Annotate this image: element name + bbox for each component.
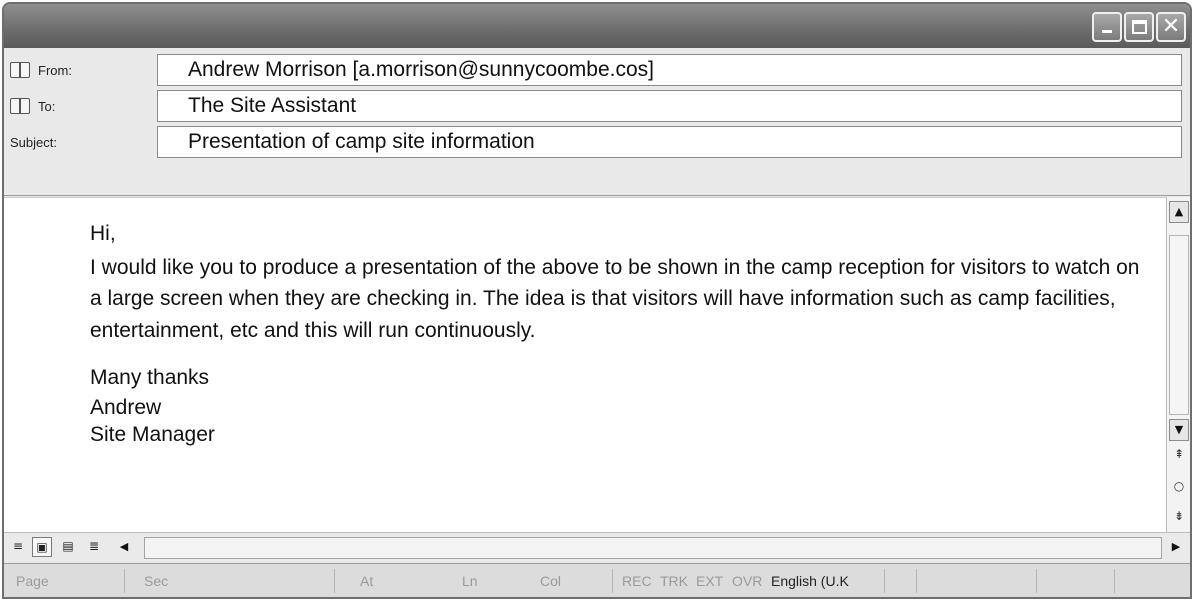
status-bar: Page Sec At Ln Col REC TRK EXT OVR Engli… xyxy=(4,563,1190,597)
status-section: Sec xyxy=(144,573,169,589)
close-button[interactable]: ✕ xyxy=(1156,12,1186,42)
scroll-up-button[interactable]: ▲ xyxy=(1169,201,1189,223)
subject-label-group: Subject: xyxy=(10,124,155,160)
close-icon: ✕ xyxy=(1161,14,1181,39)
status-divider xyxy=(1114,569,1115,593)
to-row: To: The Site Assistant xyxy=(4,88,1190,124)
status-divider xyxy=(124,569,125,593)
horizontal-scroll-row: ≡ ▣ ▤ ≣ ◀ ▶ xyxy=(4,532,1190,562)
message-header: From: Andrew Morrison [a.morrison@sunnyc… xyxy=(4,48,1190,196)
to-label: To: xyxy=(38,98,56,114)
from-label: From: xyxy=(38,62,72,78)
signature-name: Andrew xyxy=(90,395,162,419)
message-text[interactable]: Hi, I would like you to produce a presen… xyxy=(90,218,1150,448)
title-bar[interactable]: ✕ xyxy=(4,4,1190,48)
maximize-icon xyxy=(1132,20,1147,34)
status-divider xyxy=(1036,569,1037,593)
status-at: At xyxy=(360,573,374,589)
next-page-icon[interactable]: ⇟ xyxy=(1167,509,1190,523)
vertical-scrollbar[interactable]: ▲ ▼ ⇞ ○ ⇟ xyxy=(1166,197,1190,532)
normal-view-icon[interactable]: ≡ xyxy=(8,537,28,557)
previous-page-icon[interactable]: ⇞ xyxy=(1167,447,1190,461)
print-layout-view-icon[interactable]: ▤ xyxy=(58,537,78,557)
subject-row: Subject: Presentation of camp site infor… xyxy=(4,124,1190,160)
to-field[interactable]: The Site Assistant xyxy=(157,90,1182,122)
window-controls: ✕ xyxy=(1092,12,1186,42)
scroll-right-button[interactable]: ▶ xyxy=(1166,537,1186,557)
subject-field[interactable]: Presentation of camp site information xyxy=(157,126,1182,158)
minimize-icon xyxy=(1102,30,1112,33)
maximize-button[interactable] xyxy=(1124,12,1154,42)
from-row: From: Andrew Morrison [a.morrison@sunnyc… xyxy=(4,52,1190,88)
scroll-down-button[interactable]: ▼ xyxy=(1169,419,1189,441)
from-field[interactable]: Andrew Morrison [a.morrison@sunnycoombe.… xyxy=(157,54,1182,86)
outline-view-icon[interactable]: ≣ xyxy=(84,537,104,557)
browse-object-icon[interactable]: ○ xyxy=(1167,479,1190,493)
to-label-group[interactable]: To: xyxy=(10,88,155,124)
status-divider xyxy=(916,569,917,593)
address-book-icon[interactable] xyxy=(10,62,30,78)
status-ovr[interactable]: OVR xyxy=(732,564,762,597)
greeting: Hi, xyxy=(90,222,116,245)
status-column: Col xyxy=(540,573,562,589)
body-paragraph: I would like you to produce a presentati… xyxy=(90,255,1140,342)
status-page: Page xyxy=(16,573,49,589)
status-line: Ln xyxy=(462,573,478,589)
scroll-left-button[interactable]: ◀ xyxy=(114,537,134,557)
address-book-icon[interactable] xyxy=(10,98,30,114)
web-layout-view-icon[interactable]: ▣ xyxy=(32,537,52,557)
arrow-down-icon: ▼ xyxy=(1174,423,1184,436)
status-divider xyxy=(884,569,885,593)
minimize-button[interactable] xyxy=(1092,12,1122,42)
subject-label: Subject: xyxy=(10,134,57,150)
signature-title: Site Manager xyxy=(90,422,215,446)
status-divider xyxy=(612,569,613,593)
status-rec[interactable]: REC xyxy=(622,564,652,597)
email-window: ✕ From: Andrew Morrison [a.morrison@sunn… xyxy=(2,2,1192,599)
message-body[interactable]: Hi, I would like you to produce a presen… xyxy=(4,197,1166,532)
status-divider xyxy=(334,569,335,593)
closing: Many thanks xyxy=(90,366,210,389)
status-trk[interactable]: TRK xyxy=(660,564,688,597)
horizontal-scrollbar[interactable] xyxy=(144,537,1162,559)
arrow-up-icon: ▲ xyxy=(1174,205,1184,218)
from-label-group[interactable]: From: xyxy=(10,52,155,88)
status-language[interactable]: English (U.K xyxy=(771,564,849,597)
status-ext[interactable]: EXT xyxy=(696,564,723,597)
scroll-thumb[interactable] xyxy=(1169,235,1189,415)
